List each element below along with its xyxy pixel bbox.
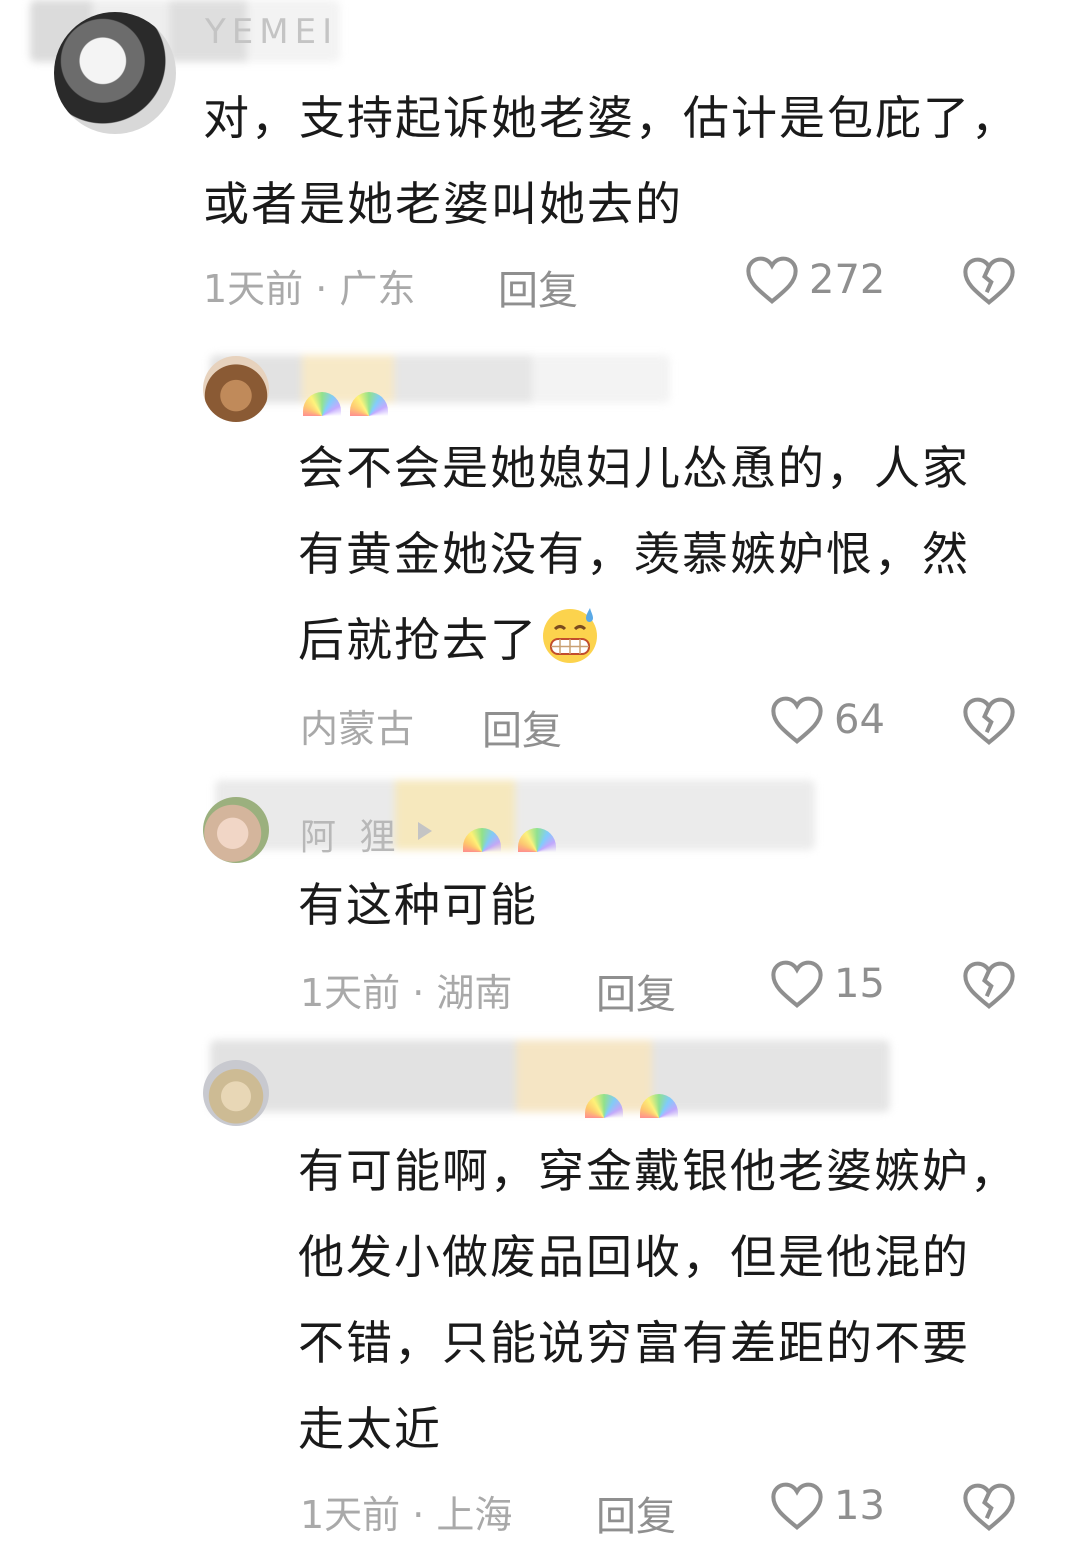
like-count: 272 (809, 257, 886, 303)
comment-meta: 内蒙古 (300, 707, 415, 751)
like-button[interactable]: 272 (745, 254, 885, 306)
heart-outline-icon (771, 696, 823, 745)
grimacing-sweat-emoji (543, 608, 597, 663)
comment-text: 会不会是她媳妇儿怂恿的，人家 有黄金她没有，羡慕嫉妒恨，然 后就抢去了 (298, 425, 970, 683)
like-count: 13 (834, 1483, 885, 1529)
comment-meta: 1天前 · 湖南 (300, 971, 513, 1015)
avatar[interactable] (203, 797, 269, 863)
avatar[interactable] (203, 1060, 269, 1126)
comment-text: 对，支持起诉她老婆，估计是包庇了， 或者是她老婆叫她去的 (203, 91, 1019, 231)
like-count: 64 (834, 697, 885, 743)
username-blurred (210, 355, 670, 403)
username-blurred (210, 1040, 890, 1112)
avatar[interactable] (54, 12, 176, 134)
heart-outline-icon (746, 256, 798, 305)
heart-outline-icon (771, 960, 823, 1009)
like-button[interactable]: 13 (770, 1480, 885, 1532)
reply-button[interactable]: 回复 (498, 258, 578, 316)
username[interactable]: 阿 狸 (300, 808, 401, 860)
comment-meta: 1天前 · 广东 (203, 267, 416, 311)
reply-button[interactable]: 回复 (596, 962, 676, 1020)
like-button[interactable]: 15 (770, 958, 885, 1010)
broken-heart-icon[interactable] (962, 694, 1016, 748)
like-count: 15 (834, 961, 885, 1007)
comment-meta: 1天前 · 上海 (300, 1493, 513, 1537)
broken-heart-icon[interactable] (962, 958, 1016, 1012)
reply-button[interactable]: 回复 (596, 1484, 676, 1542)
comment-text: 有可能啊，穿金戴银他老婆嫉妒， 他发小做废品回收，但是他混的 不错，只能说穷富有… (298, 1144, 1018, 1456)
comment-text-body: 会不会是她媳妇儿怂恿的，人家 有黄金她没有，羡慕嫉妒恨，然 后就抢去了 (298, 441, 970, 667)
broken-heart-icon[interactable] (962, 1480, 1016, 1534)
like-button[interactable]: 64 (770, 694, 885, 746)
comment-text: 有这种可能 (298, 878, 538, 932)
reply-button[interactable]: 回复 (482, 698, 562, 756)
avatar[interactable] (203, 356, 269, 422)
username[interactable]: YEMEI (205, 12, 338, 52)
play-indicator-icon (418, 822, 432, 840)
broken-heart-icon[interactable] (962, 254, 1016, 308)
heart-outline-icon (771, 1482, 823, 1531)
